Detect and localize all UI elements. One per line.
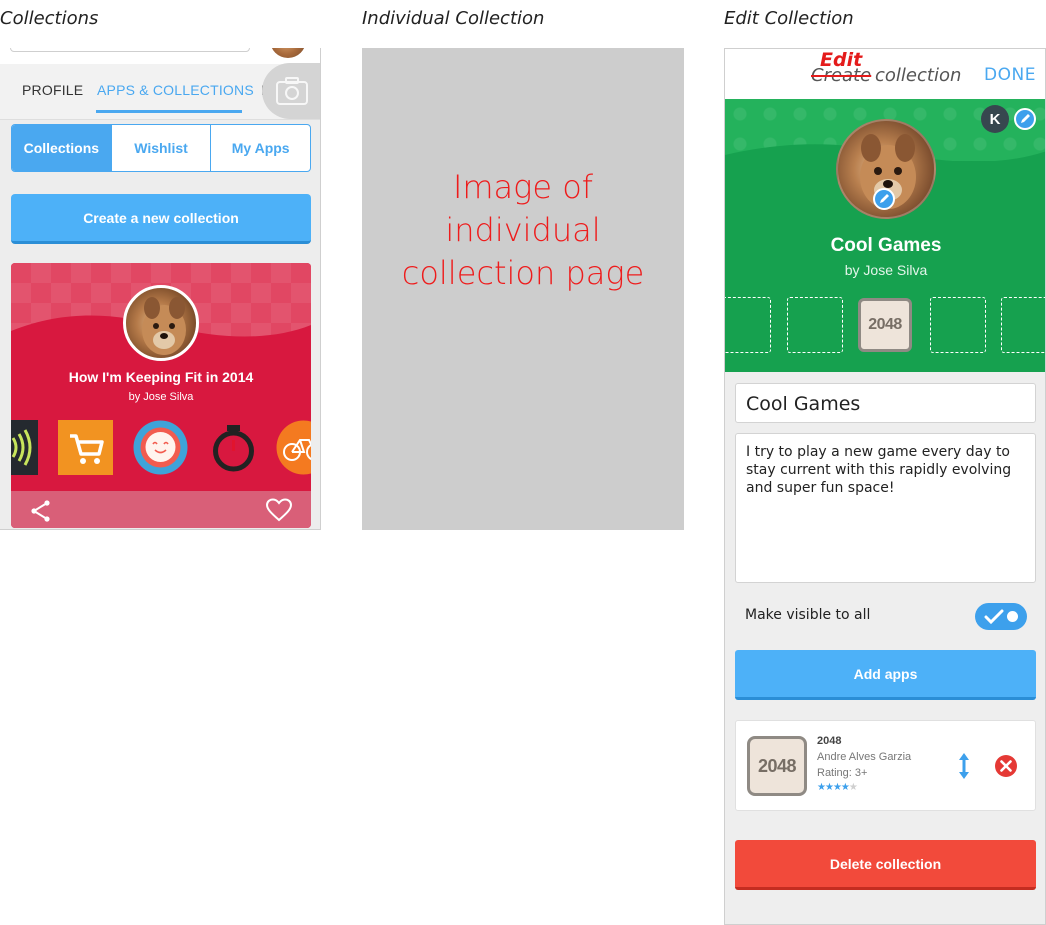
collection-title: How I'm Keeping Fit in 2014	[68, 369, 254, 385]
section-label-collections: Collections	[0, 8, 99, 29]
segment-collections[interactable]: Collections	[12, 125, 111, 171]
collection-type-switch: Collections Wishlist My Apps	[11, 124, 311, 172]
visibility-label: Make visible to all	[745, 607, 871, 623]
card-footer	[11, 491, 311, 528]
tab-profile[interactable]: PROFILE	[22, 82, 83, 98]
placeholder-text: Image of individual collection page	[362, 166, 684, 295]
star-filled-icon: ★	[824, 782, 834, 793]
edit-color-pencil-icon[interactable]	[1014, 108, 1036, 130]
empty-app-slot[interactable]	[1001, 297, 1045, 353]
app-name: 2048	[817, 735, 842, 747]
camera-button[interactable]	[262, 63, 320, 119]
collections-screen: PROFILE APPS & COLLECTIONS F Collections…	[0, 48, 321, 530]
edit-avatar-pencil-icon[interactable]	[873, 188, 895, 210]
section-label-edit: Edit Collection	[724, 8, 854, 29]
search-input[interactable]	[10, 48, 250, 52]
app-star-rating: ★★★★★	[817, 782, 858, 793]
shopping-cart-app-icon[interactable]	[58, 420, 113, 475]
done-button[interactable]: DONE	[984, 65, 1036, 85]
header-title: collection	[875, 65, 962, 86]
empty-app-slot[interactable]	[930, 297, 986, 353]
collection-name-input[interactable]: Cool Games	[735, 383, 1036, 423]
edit-header: Edit Create collection DONE	[725, 49, 1045, 99]
placeholder-line: individual	[445, 211, 601, 249]
collection-author: by Jose Silva	[128, 391, 194, 403]
hero-collection-author: by Jose Silva	[844, 262, 928, 278]
collection-owner-avatar	[123, 285, 199, 361]
segment-my-apps[interactable]: My Apps	[210, 125, 310, 171]
collection-app-row[interactable]: 2048 2048 Andre Alves Garzia Rating: 3+ …	[735, 720, 1036, 811]
create-label-struck: Create	[811, 65, 872, 86]
placeholder-line: Image of	[452, 168, 594, 206]
toggle-knob	[1007, 611, 1018, 622]
hero-collection-title: Cool Games	[830, 235, 942, 256]
collection-description-input[interactable]: I try to play a new game every day to st…	[735, 433, 1036, 583]
featured-app-2048[interactable]: 2048	[858, 298, 912, 352]
k-badge-icon[interactable]: K	[981, 105, 1009, 133]
tab-apps-collections[interactable]: APPS & COLLECTIONS	[97, 82, 254, 98]
heart-icon[interactable]	[265, 498, 293, 522]
visibility-toggle[interactable]	[975, 603, 1027, 630]
check-icon	[984, 609, 1004, 625]
camera-icon	[276, 77, 308, 105]
reorder-arrows-icon[interactable]	[957, 752, 971, 780]
bicycle-app-icon[interactable]	[276, 420, 311, 475]
app-icon-2048: 2048	[747, 736, 807, 796]
stopwatch-app-icon[interactable]	[206, 420, 261, 475]
empty-app-slot[interactable]	[725, 297, 771, 353]
active-tab-indicator	[96, 110, 242, 113]
create-collection-button[interactable]: Create a new collection	[11, 194, 311, 244]
empty-app-slot[interactable]	[787, 297, 843, 353]
star-empty-icon: ★	[848, 782, 858, 793]
delete-collection-button[interactable]: Delete collection	[735, 840, 1036, 890]
remove-app-icon[interactable]	[994, 754, 1018, 778]
section-label-individual: Individual Collection	[362, 8, 545, 29]
nfc-app-icon[interactable]: P	[11, 420, 38, 475]
star-filled-icon: ★	[817, 782, 826, 793]
smiley-app-icon[interactable]	[133, 420, 188, 475]
collection-hero: K Cool Games by Jose Silva 2048	[725, 99, 1045, 372]
individual-collection-placeholder: Image of individual collection page	[362, 48, 684, 530]
placeholder-line: collection page	[401, 254, 645, 292]
segment-wishlist[interactable]: Wishlist	[110, 125, 211, 171]
edit-collection-screen: Edit Create collection DONE K Cool Games…	[724, 48, 1046, 925]
add-apps-button[interactable]: Add apps	[735, 650, 1036, 700]
star-filled-icon: ★	[832, 782, 842, 793]
share-icon[interactable]	[29, 499, 53, 523]
star-filled-icon: ★	[840, 782, 850, 793]
app-rating: Rating: 3+	[817, 767, 868, 779]
app-author: Andre Alves Garzia	[817, 751, 912, 763]
collection-card[interactable]: How I'm Keeping Fit in 2014 by Jose Silv…	[11, 263, 311, 528]
